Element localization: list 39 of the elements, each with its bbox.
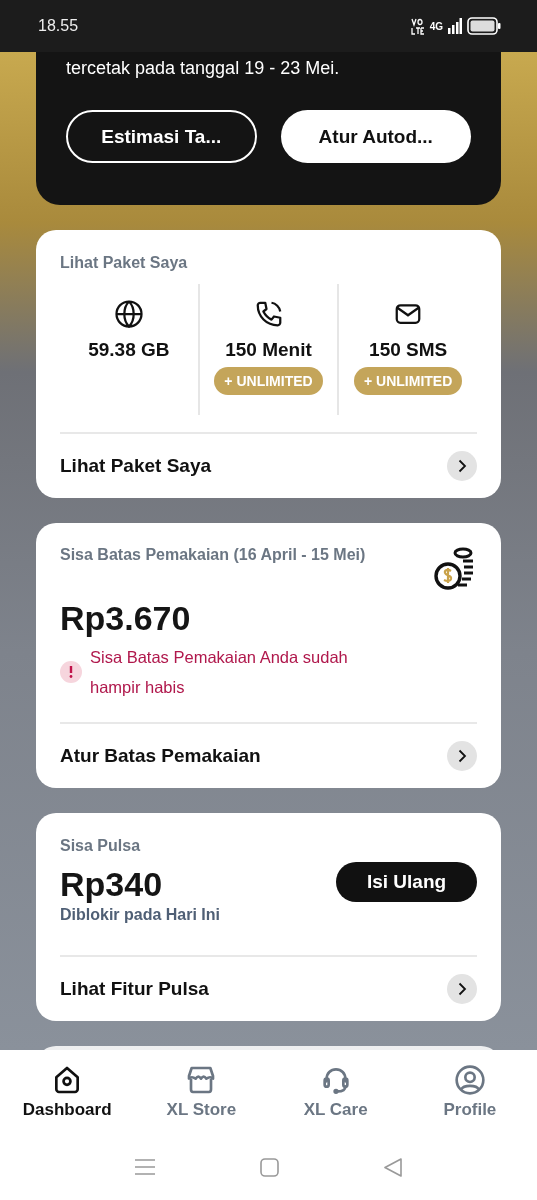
globe-icon xyxy=(113,299,144,329)
warning-text: Sisa Batas Pemakaian Anda sudah hampir habis xyxy=(90,647,349,698)
blocked-note: Diblokir pada Hari Ini xyxy=(60,906,222,924)
battery-icon xyxy=(467,17,501,35)
quota-amount: 59.38 GB xyxy=(88,339,170,361)
unlimited-badge: + UNLIMITED xyxy=(214,367,323,395)
credit-amount: Rp340 xyxy=(60,865,163,904)
usage-amount: Rp3.670 xyxy=(60,599,192,638)
card-title: Lihat Paket Saya xyxy=(60,254,189,272)
chevron-right-icon[interactable] xyxy=(447,451,477,481)
unlimited-badge: + UNLIMITED xyxy=(354,367,463,395)
card-title: Sisa Batas Pemakaian (16 April - 15 Mei) xyxy=(60,545,367,565)
usage-limit-link[interactable]: Atur Batas Pemakaian xyxy=(60,722,477,788)
promo-text: tercetak pada tanggal 19 - 23 Mei. xyxy=(66,58,341,79)
link-label: Lihat Fitur Pulsa xyxy=(60,978,209,1000)
nav-tab[interactable]: XL Store xyxy=(141,1064,262,1120)
top-up-button[interactable]: Isi Ulang xyxy=(336,861,477,902)
clock-time: 18.55 xyxy=(38,17,79,35)
quota-amount: 150 Menit xyxy=(225,339,312,361)
credit-features-link[interactable]: Lihat Fitur Pulsa xyxy=(60,955,477,1021)
link-label: Lihat Paket Saya xyxy=(60,455,212,477)
nav-tab[interactable]: Dashboard xyxy=(7,1064,128,1120)
nav-tab[interactable]: XL Care xyxy=(275,1064,396,1120)
back-icon[interactable] xyxy=(384,1158,402,1177)
alert-icon xyxy=(60,661,82,683)
chevron-right-icon[interactable] xyxy=(447,741,477,771)
signal-icon xyxy=(448,18,462,34)
promo-button[interactable]: Estimasi Ta... xyxy=(66,110,257,163)
home-square-icon[interactable] xyxy=(260,1158,279,1177)
network-label: 4G xyxy=(429,20,443,32)
chevron-right-icon[interactable] xyxy=(447,974,477,1004)
link-label: Atur Batas Pemakaian xyxy=(60,745,261,767)
card-title: Sisa Pulsa xyxy=(60,837,142,855)
promo-button[interactable]: Atur Autod... xyxy=(280,110,471,163)
quota-amount: 150 SMS xyxy=(369,339,448,361)
user-icon xyxy=(453,1064,486,1096)
volte-icon xyxy=(410,17,425,35)
package-link[interactable]: Lihat Paket Saya xyxy=(60,432,477,498)
nav-tab[interactable]: Profile xyxy=(409,1064,530,1120)
